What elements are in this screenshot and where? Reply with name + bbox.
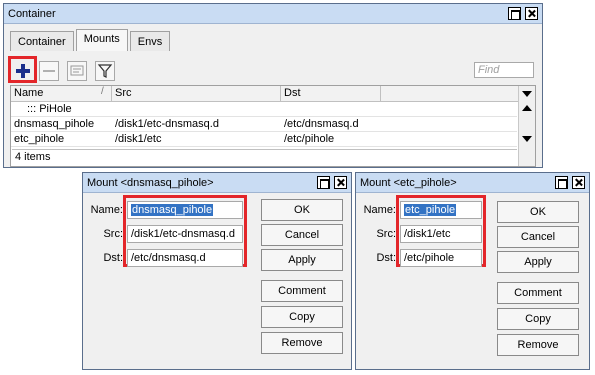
dialog-title: Mount <dnsmasq_pihole>: [87, 176, 214, 189]
table-scrollbar[interactable]: [518, 86, 535, 166]
filter-icon: [97, 64, 113, 78]
column-header-name[interactable]: Name: [14, 87, 43, 99]
close-icon[interactable]: [334, 176, 347, 189]
tab-mounts[interactable]: Mounts: [75, 29, 128, 51]
row-dst: /etc/pihole: [284, 133, 335, 145]
window-titlebar[interactable]: Container: [4, 4, 542, 24]
maximize-icon[interactable]: [508, 7, 521, 20]
cancel-button[interactable]: Cancel: [497, 226, 579, 248]
src-label: Src:: [376, 228, 396, 240]
dst-label: Dst:: [376, 252, 396, 264]
table-group-row[interactable]: ::: PiHole: [11, 102, 517, 117]
tab-bar: Container Mounts Envs: [10, 29, 172, 51]
mount-dialog-etc-pihole: Mount <etc_pihole> Name: etc_pihole Src:…: [355, 172, 590, 370]
window-title: Container: [8, 7, 56, 20]
comment-button[interactable]: [67, 61, 87, 81]
mount-dialog-dnsmasq: Mount <dnsmasq_pihole> Name: dnsmasq_pih…: [82, 172, 352, 370]
dialog-titlebar[interactable]: Mount <dnsmasq_pihole>: [83, 173, 351, 193]
name-field[interactable]: dnsmasq_pihole: [127, 201, 243, 219]
remove-icon: [43, 70, 55, 72]
maximize-icon[interactable]: [317, 176, 330, 189]
sort-arrow-icon: /: [101, 86, 104, 97]
status-bar: 4 items: [12, 149, 517, 165]
scroll-down-icon[interactable]: [522, 136, 532, 142]
column-header-dst[interactable]: Dst: [284, 87, 301, 99]
copy-button[interactable]: Copy: [497, 308, 579, 330]
mounts-table: Name / Src Dst ::: PiHole dnsmasq_pihole…: [10, 85, 536, 167]
remove-button[interactable]: [39, 61, 59, 81]
comment-icon: [70, 65, 84, 76]
src-label: Src:: [103, 228, 123, 240]
dst-label: Dst:: [103, 252, 123, 264]
table-row[interactable]: etc_pihole /disk1/etc /etc/pihole: [11, 132, 517, 147]
dialog-title: Mount <etc_pihole>: [360, 176, 457, 189]
comment-button[interactable]: Comment: [497, 282, 579, 304]
ok-button[interactable]: OK: [497, 201, 579, 223]
row-src: /disk1/etc-dnsmasq.d: [115, 118, 219, 130]
src-field[interactable]: /disk1/etc-dnsmasq.d: [127, 225, 243, 243]
row-src: /disk1/etc: [115, 133, 162, 145]
row-dst: /etc/dnsmasq.d: [284, 118, 359, 130]
filter-button[interactable]: [95, 61, 115, 81]
tab-envs[interactable]: Envs: [129, 31, 171, 51]
name-value: etc_pihole: [404, 204, 457, 216]
item-count: 4 items: [15, 151, 51, 163]
name-value: dnsmasq_pihole: [131, 204, 214, 216]
row-name: etc_pihole: [14, 133, 65, 145]
scroll-up-icon[interactable]: [522, 105, 532, 111]
apply-button[interactable]: Apply: [497, 251, 579, 273]
close-icon[interactable]: [525, 7, 538, 20]
apply-button[interactable]: Apply: [261, 249, 343, 271]
container-window: Container Container Mounts Envs Find Nam…: [3, 3, 543, 168]
name-label: Name:: [363, 204, 396, 216]
add-button[interactable]: [13, 61, 33, 81]
table-row[interactable]: dnsmasq_pihole /disk1/etc-dnsmasq.d /etc…: [11, 117, 517, 132]
dst-field[interactable]: /etc/dnsmasq.d: [127, 249, 243, 267]
dialog-titlebar[interactable]: Mount <etc_pihole>: [356, 173, 589, 193]
remove-button[interactable]: Remove: [261, 332, 343, 354]
name-field[interactable]: etc_pihole: [400, 201, 482, 219]
group-label: ::: PiHole: [27, 103, 72, 115]
cancel-button[interactable]: Cancel: [261, 224, 343, 246]
name-label: Name:: [90, 204, 123, 216]
add-icon: [16, 64, 30, 78]
src-field[interactable]: /disk1/etc: [400, 225, 482, 243]
maximize-icon[interactable]: [555, 176, 568, 189]
tab-container[interactable]: Container: [10, 31, 74, 51]
close-icon[interactable]: [572, 176, 585, 189]
ok-button[interactable]: OK: [261, 199, 343, 221]
copy-button[interactable]: Copy: [261, 306, 343, 328]
row-name: dnsmasq_pihole: [14, 118, 95, 130]
toolbar: Find: [8, 56, 538, 83]
dropdown-arrow-icon[interactable]: [522, 91, 532, 97]
column-header-src[interactable]: Src: [115, 87, 132, 99]
dst-field[interactable]: /etc/pihole: [400, 249, 482, 267]
table-header: Name / Src Dst: [11, 86, 535, 102]
remove-button[interactable]: Remove: [497, 334, 579, 356]
find-input[interactable]: Find: [474, 62, 534, 78]
comment-button[interactable]: Comment: [261, 280, 343, 302]
